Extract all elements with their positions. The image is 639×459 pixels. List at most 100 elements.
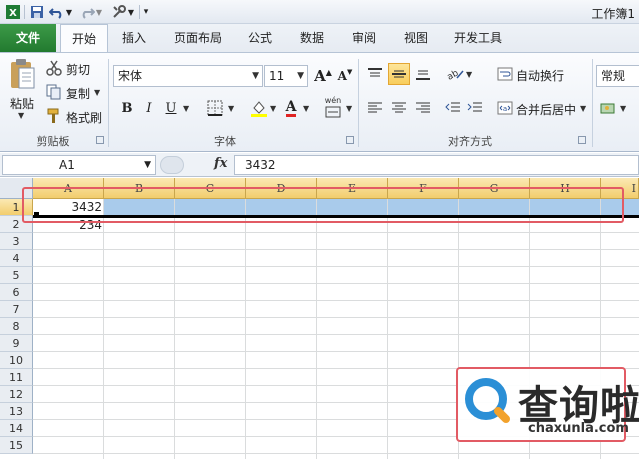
paste-button[interactable]: 粘贴 bbox=[10, 95, 34, 112]
excel-app-icon[interactable]: X bbox=[4, 3, 22, 21]
separator bbox=[358, 59, 359, 147]
alignment-group-label: 对齐方式 bbox=[448, 135, 492, 148]
tab-home[interactable]: 开始 bbox=[60, 24, 108, 53]
redo-dropdown-icon[interactable]: ▼ bbox=[94, 3, 104, 21]
row-header-3[interactable]: 3 bbox=[0, 233, 33, 250]
title-bar: X ▼ ▼ ▼ ▾ 工作簿1 bbox=[0, 0, 639, 24]
insert-function-icon[interactable]: fx bbox=[214, 156, 227, 171]
borders-icon[interactable] bbox=[204, 97, 226, 119]
underline-dropdown-icon[interactable]: ▼ bbox=[183, 104, 189, 113]
tab-review[interactable]: 审阅 bbox=[342, 24, 386, 52]
row-header-8[interactable]: 8 bbox=[0, 318, 33, 335]
paste-icon[interactable] bbox=[6, 57, 38, 91]
grid-line bbox=[245, 199, 246, 459]
clipboard-launcher-icon[interactable] bbox=[96, 136, 104, 144]
grid-line bbox=[33, 351, 639, 352]
grid-line bbox=[174, 199, 175, 459]
italic-button[interactable]: I bbox=[138, 97, 160, 119]
align-left-icon[interactable] bbox=[364, 97, 386, 119]
format-painter-icon[interactable] bbox=[44, 107, 64, 125]
customize-quick-access-icon[interactable]: ▾ bbox=[140, 3, 152, 21]
annotation-highlight-box bbox=[22, 187, 624, 223]
name-box[interactable]: A1 ▼ bbox=[2, 155, 156, 175]
orientation-icon[interactable]: ab bbox=[444, 63, 466, 85]
font-color-dropdown-icon[interactable]: ▼ bbox=[303, 104, 309, 113]
undo-dropdown-icon[interactable]: ▼ bbox=[64, 3, 74, 21]
shrink-font-icon[interactable]: A ▼ bbox=[334, 65, 356, 87]
bold-button[interactable]: B bbox=[116, 97, 138, 119]
accounting-format-icon[interactable] bbox=[598, 97, 620, 119]
fill-color-dropdown-icon[interactable]: ▼ bbox=[270, 104, 276, 113]
copy-icon[interactable] bbox=[44, 83, 64, 101]
cut-button[interactable]: 剪切 bbox=[66, 61, 90, 78]
grow-font-icon[interactable]: A ▲ bbox=[312, 65, 334, 87]
font-launcher-icon[interactable] bbox=[346, 136, 354, 144]
fill-color-icon[interactable] bbox=[248, 97, 270, 119]
formula-bar-resize-handle[interactable] bbox=[160, 156, 184, 174]
number-format-value: 常规 bbox=[601, 69, 626, 83]
merge-center-dropdown-icon[interactable]: ▼ bbox=[580, 104, 586, 113]
borders-dropdown-icon[interactable]: ▼ bbox=[228, 104, 234, 113]
separator bbox=[108, 59, 109, 147]
save-icon[interactable] bbox=[28, 3, 46, 21]
grid-line bbox=[33, 317, 639, 318]
row-header-14[interactable]: 14 bbox=[0, 420, 33, 437]
underline-button[interactable]: U bbox=[160, 97, 182, 119]
row-header-15[interactable]: 15 bbox=[0, 437, 33, 454]
row-header-9[interactable]: 9 bbox=[0, 335, 33, 352]
svg-text:X: X bbox=[9, 8, 17, 19]
formula-input[interactable]: 3432 bbox=[234, 155, 639, 175]
tab-developer[interactable]: 开发工具 bbox=[446, 24, 510, 52]
separator bbox=[592, 59, 593, 147]
paste-dropdown-icon[interactable]: ▼ bbox=[18, 111, 24, 120]
grid-line bbox=[103, 199, 104, 459]
tab-file[interactable]: 文件 bbox=[0, 24, 56, 52]
phonetic-guide-icon[interactable]: wén bbox=[320, 95, 346, 121]
tools-dropdown-icon[interactable]: ▼ bbox=[126, 3, 136, 21]
align-center-icon[interactable] bbox=[388, 97, 410, 119]
clipboard-group-label: 剪贴板 bbox=[36, 135, 70, 148]
accounting-dropdown-icon[interactable]: ▼ bbox=[620, 104, 626, 113]
row-header-13[interactable]: 13 bbox=[0, 403, 33, 420]
formula-bar: A1 ▼ fx 3432 bbox=[0, 153, 639, 177]
row-header-12[interactable]: 12 bbox=[0, 386, 33, 403]
ribbon: 粘贴 ▼ 剪切 复制 ▼ 格式刷 剪贴板 宋体 ▼ 11 ▼ A ▲ A ▼ B I… bbox=[0, 52, 639, 152]
tab-data[interactable]: 数据 bbox=[290, 24, 334, 52]
phonetic-dropdown-icon[interactable]: ▼ bbox=[346, 104, 352, 113]
tab-page-layout[interactable]: 页面布局 bbox=[164, 24, 232, 52]
alignment-launcher-icon[interactable] bbox=[578, 136, 586, 144]
wrap-text-icon[interactable] bbox=[494, 63, 516, 85]
align-right-icon[interactable] bbox=[412, 97, 434, 119]
align-top-icon[interactable] bbox=[364, 63, 386, 85]
chevron-down-icon: ▼ bbox=[252, 71, 259, 81]
align-bottom-icon[interactable] bbox=[412, 63, 434, 85]
wrap-text-button[interactable]: 自动换行 bbox=[516, 67, 564, 84]
font-size-select[interactable]: 11 ▼ bbox=[264, 65, 308, 87]
row-header-6[interactable]: 6 bbox=[0, 284, 33, 301]
row-header-10[interactable]: 10 bbox=[0, 352, 33, 369]
tab-view[interactable]: 视图 bbox=[394, 24, 438, 52]
grid-line bbox=[33, 266, 639, 267]
align-middle-icon[interactable] bbox=[388, 63, 410, 85]
number-format-select[interactable]: 常规 bbox=[596, 65, 639, 87]
row-header-4[interactable]: 4 bbox=[0, 250, 33, 267]
formula-value: 3432 bbox=[245, 158, 276, 172]
row-header-7[interactable]: 7 bbox=[0, 301, 33, 318]
format-painter-button[interactable]: 格式刷 bbox=[66, 109, 102, 126]
grid-line bbox=[387, 199, 388, 459]
merge-center-icon[interactable]: a bbox=[494, 97, 516, 119]
copy-dropdown-icon[interactable]: ▼ bbox=[94, 88, 100, 97]
tab-formulas[interactable]: 公式 bbox=[240, 24, 280, 52]
merge-center-button[interactable]: 合并后居中 bbox=[516, 101, 576, 118]
copy-button[interactable]: 复制 bbox=[66, 85, 90, 102]
font-color-icon[interactable]: A bbox=[280, 97, 302, 119]
decrease-indent-icon[interactable] bbox=[442, 97, 464, 119]
orientation-dropdown-icon[interactable]: ▼ bbox=[466, 70, 472, 79]
tab-insert[interactable]: 插入 bbox=[112, 24, 156, 52]
increase-indent-icon[interactable] bbox=[464, 97, 486, 119]
row-header-11[interactable]: 11 bbox=[0, 369, 33, 386]
font-name-select[interactable]: 宋体 ▼ bbox=[113, 65, 263, 87]
row-header-5[interactable]: 5 bbox=[0, 267, 33, 284]
scissors-icon[interactable] bbox=[44, 59, 64, 77]
grid-line bbox=[33, 249, 639, 250]
